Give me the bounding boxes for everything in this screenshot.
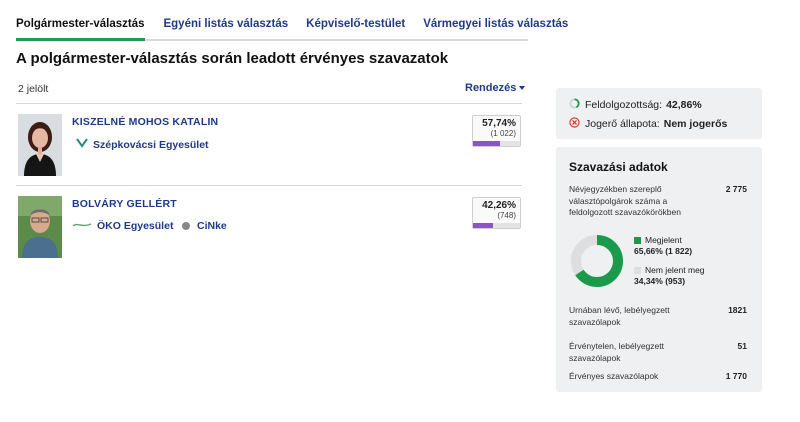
- tab-council[interactable]: Képviselő-testület: [306, 14, 405, 39]
- progress-ring-icon: [569, 98, 580, 112]
- list-divider: [16, 103, 522, 104]
- org-name: ÖKO Egyesület: [97, 220, 174, 232]
- sort-dropdown[interactable]: Rendezés: [465, 82, 526, 94]
- turnout-donut: [569, 233, 625, 289]
- ballots-in-urn-label: Urnában lévő, lebélyegzett szavazólapok: [569, 305, 670, 327]
- vote-share-box: 57,74% (1 022): [472, 115, 521, 147]
- legend-label: Nem jelent meg: [645, 265, 705, 275]
- vote-share-fill: [473, 223, 493, 228]
- vote-percent: 57,74%: [482, 118, 516, 129]
- candidate-name[interactable]: KISZELNÉ MOHOS KATALIN: [72, 116, 218, 128]
- legend-appeared: Megjelent 65,66% (1 822): [634, 235, 692, 257]
- processed-label: Feldolgozottság:: [585, 99, 663, 111]
- registered-voters-label: Névjegyzékben szereplő választópolgárok …: [569, 184, 681, 217]
- candidate-org[interactable]: ÖKO Egyesület: [72, 220, 173, 232]
- registered-voters-value: 2 775: [725, 184, 747, 194]
- org-logo-icon: [76, 138, 88, 151]
- caret-down-icon: [519, 86, 526, 91]
- page-title: A polgármester-választás során leadott é…: [16, 50, 449, 67]
- org-name: Szépkovácsi Egyesület: [93, 138, 209, 151]
- processed-value: 42,86%: [666, 99, 702, 111]
- tab-bar: Polgármester-választás Egyéni listás vál…: [16, 14, 568, 41]
- vote-share-fill: [473, 141, 501, 146]
- list-divider: [16, 185, 522, 186]
- valid-ballots-label: Érvényes szavazólapok: [569, 371, 659, 381]
- grey-dot-icon: [182, 222, 190, 230]
- invalid-ballots-label: Érvénytelen, lebélyegzett szavazólapok: [569, 341, 664, 363]
- tab-mayoral-election[interactable]: Polgármester-választás: [16, 14, 146, 41]
- vote-count: (748): [497, 211, 516, 220]
- valid-ballots-value: 1 770: [725, 371, 747, 381]
- voting-data-panel: Szavazási adatok Névjegyzékben szereplő …: [556, 147, 762, 392]
- legend-value: 34,34% (953): [634, 276, 686, 286]
- vote-share-bar: [473, 141, 520, 146]
- invalid-ballots-value: 51: [737, 341, 747, 351]
- candidate-row: BOLVÁRY GELLÉRT ÖKO Egyesület CiNke 42,2…: [16, 196, 522, 262]
- processed-status: Feldolgozottság: 42,86%: [569, 98, 702, 112]
- candidate-photo: [18, 196, 62, 258]
- legal-value: Nem jogerős: [663, 118, 728, 130]
- vote-count: (1 022): [490, 129, 516, 138]
- candidate-photo: [18, 114, 62, 176]
- legend-value: 65,66% (1 822): [634, 246, 693, 256]
- vote-share-box: 42,26% (748): [472, 197, 521, 229]
- legend-label: Megjelent: [645, 235, 682, 245]
- legend-grey-swatch: [634, 267, 641, 274]
- org-name: CiNke: [197, 220, 227, 232]
- candidate-org[interactable]: Szépkovácsi Egyesület: [76, 138, 209, 151]
- tab-individual-list-election[interactable]: Egyéni listás választás: [163, 14, 288, 39]
- panel-title: Szavazási adatok: [569, 160, 668, 174]
- status-panel: Feldolgozottság: 42,86% Jogerő állapota:…: [556, 88, 762, 139]
- legend-not-appeared: Nem jelent meg 34,34% (953): [634, 265, 705, 287]
- eko-logo-icon: [72, 220, 92, 232]
- candidate-org[interactable]: CiNke: [182, 220, 227, 232]
- candidate-row: KISZELNÉ MOHOS KATALIN Szépkovácsi Egyes…: [16, 114, 522, 180]
- candidate-name[interactable]: BOLVÁRY GELLÉRT: [72, 198, 177, 210]
- legal-status: Jogerő állapota: Nem jogerős: [569, 117, 727, 131]
- sort-label: Rendezés: [465, 82, 517, 94]
- tab-county-list-election[interactable]: Vármegyei listás választás: [423, 14, 568, 39]
- close-circle-icon: [569, 117, 580, 131]
- vote-percent: 42,26%: [482, 200, 516, 211]
- vote-share-bar: [473, 223, 520, 228]
- legal-label: Jogerő állapota:: [585, 118, 660, 130]
- legend-green-swatch: [634, 237, 641, 244]
- ballots-in-urn-value: 1821: [728, 305, 747, 315]
- candidate-count: 2 jelölt: [18, 83, 49, 95]
